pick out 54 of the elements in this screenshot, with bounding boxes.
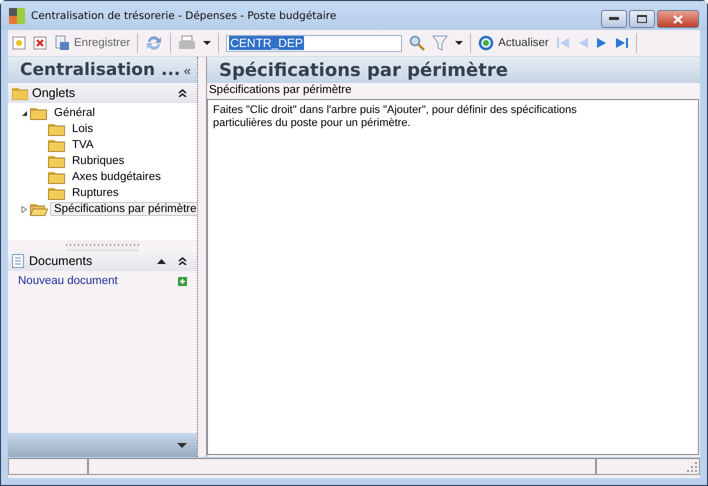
open-folder-icon (30, 202, 48, 216)
printer-icon[interactable] (178, 35, 196, 51)
document-icon (12, 254, 25, 268)
next-record-icon[interactable] (596, 36, 608, 50)
delete-icon[interactable] (33, 36, 47, 50)
folder-icon (48, 170, 66, 184)
dropdown-arrow-icon[interactable] (177, 442, 187, 448)
tree-item[interactable]: Lois (68, 122, 98, 136)
folder-icon (48, 186, 66, 200)
section-label: Spécifications par périmètre (208, 83, 353, 98)
double-chevron-up-icon[interactable] (178, 89, 187, 97)
folder-icon (12, 86, 28, 100)
resize-grip[interactable] (66, 240, 139, 251)
panel-title: Spécifications par périmètre (219, 60, 508, 80)
collapse-triangle-icon[interactable] (21, 110, 28, 116)
collapse-toggle[interactable]: « (184, 62, 191, 78)
search-field[interactable]: CENTR_DEP (226, 34, 402, 52)
panel-title: Centralisation ... (20, 60, 180, 80)
refresh-button[interactable]: Actualiser (478, 35, 549, 51)
tree-item[interactable]: Axes budgétaires (68, 170, 165, 184)
add-icon[interactable] (178, 276, 187, 286)
expand-triangle-icon[interactable] (21, 206, 28, 212)
instruction-text: Faites "Clic droit" dans l'arbre puis "Ajouter", pour définir des spécifications particulières du poste pour un périmètre. (213, 104, 578, 130)
folder-icon (48, 122, 66, 136)
window-title: Centralisation de trésorerie - Dépenses - Poste budgétaire (31, 10, 338, 22)
dropdown-arrow-icon[interactable] (455, 41, 464, 45)
document-icon (54, 35, 70, 51)
double-chevron-up-icon[interactable] (178, 257, 187, 265)
tree-item[interactable]: Ruptures (68, 186, 123, 200)
close-icon (673, 14, 683, 24)
search-icon[interactable] (409, 35, 426, 51)
save-button[interactable]: Enregistrer (54, 35, 130, 51)
folder-icon (48, 154, 66, 168)
maximize-button[interactable] (629, 10, 655, 28)
new-document-icon[interactable] (12, 36, 26, 50)
app-icon (9, 8, 25, 24)
section-header[interactable]: Documents (8, 251, 197, 271)
chevron-up-icon[interactable] (157, 258, 166, 264)
last-record-icon[interactable] (614, 36, 629, 50)
new-document-link[interactable]: Nouveau document (18, 275, 118, 287)
tree-item[interactable]: Rubriques (68, 154, 128, 168)
minimize-button[interactable] (601, 10, 627, 28)
section-header[interactable]: Onglets (8, 83, 197, 103)
minimize-icon (609, 17, 619, 21)
dropdown-arrow-icon[interactable] (203, 41, 212, 45)
close-button[interactable] (657, 10, 699, 28)
maximize-icon (637, 15, 647, 23)
folder-icon (30, 106, 48, 120)
refresh-icon (478, 35, 494, 51)
splitter-handle[interactable] (197, 57, 207, 457)
resize-grip-icon[interactable] (687, 462, 697, 472)
tree-item[interactable]: Général (50, 106, 99, 120)
tree-item[interactable]: TVA (68, 138, 98, 152)
folder-icon (48, 138, 66, 152)
